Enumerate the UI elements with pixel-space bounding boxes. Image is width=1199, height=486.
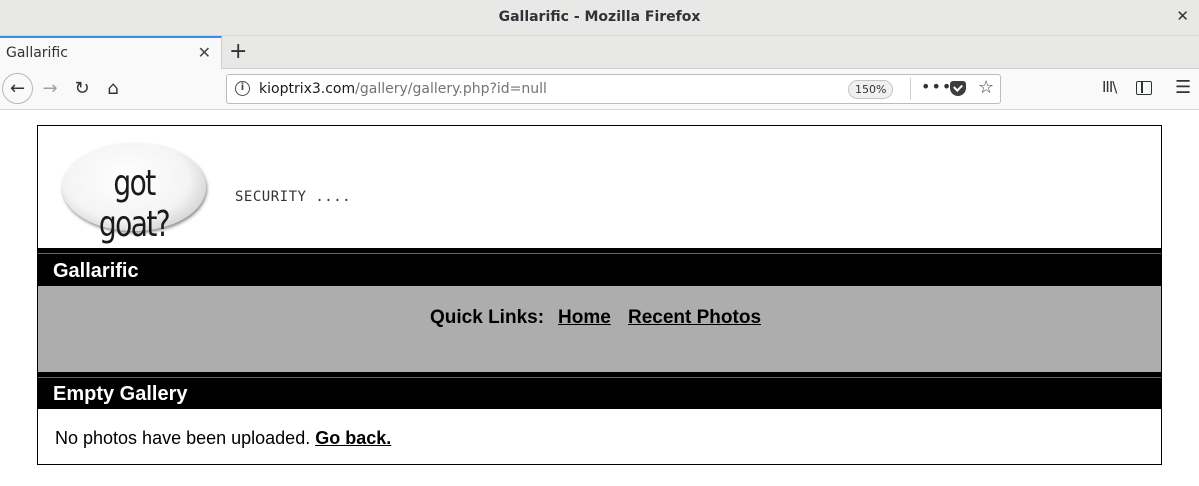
quick-links: Quick Links: Home Recent Photos: [38, 286, 1161, 372]
tab-gallarific[interactable]: Gallarific ✕: [0, 36, 222, 69]
more-icon[interactable]: •••: [921, 77, 952, 96]
pocket-icon[interactable]: [950, 81, 966, 96]
go-back-link[interactable]: Go back.: [315, 428, 391, 448]
site-slogan: SECURITY ....: [235, 189, 352, 205]
site-header: got goat? SECURITY ....: [38, 126, 1161, 248]
gallery-frame: got goat? SECURITY .... Gallarific Quick…: [37, 125, 1162, 465]
section-title: Empty Gallery: [53, 383, 188, 405]
forward-icon[interactable]: →: [38, 77, 62, 101]
section-title-bar: Empty Gallery: [38, 372, 1161, 409]
window-title: Gallarific - Mozilla Firefox: [498, 9, 701, 25]
url-bar[interactable]: i kioptrix3.com/gallery/gallery.php?id=n…: [226, 74, 1001, 104]
logo-text: got goat?: [98, 163, 171, 245]
library-icon[interactable]: III\: [1102, 78, 1117, 96]
tab-strip: Gallarific ✕ +: [0, 36, 1199, 69]
url-host: kioptrix3.com: [259, 81, 356, 97]
window-close-icon[interactable]: ✕: [1176, 7, 1189, 25]
gallery-content: No photos have been uploaded. Go back.: [38, 409, 1161, 464]
new-tab-icon[interactable]: +: [229, 39, 247, 64]
star-icon[interactable]: ☆: [978, 77, 994, 98]
home-icon[interactable]: ⌂: [101, 77, 125, 101]
back-icon[interactable]: ←: [2, 73, 33, 104]
site-title-bar: Gallarific: [38, 248, 1161, 286]
tab-label: Gallarific: [6, 45, 68, 61]
zoom-badge[interactable]: 150%: [848, 80, 894, 99]
url-path: /gallery/gallery.php?id=null: [355, 81, 547, 97]
info-icon[interactable]: i: [235, 81, 250, 96]
reload-icon[interactable]: ↻: [70, 77, 94, 101]
url-text[interactable]: kioptrix3.com/gallery/gallery.php?id=nul…: [259, 81, 547, 97]
page-viewport: got goat? SECURITY .... Gallarific Quick…: [0, 110, 1199, 486]
url-separator: [910, 78, 911, 100]
empty-message: No photos have been uploaded. Go back.: [55, 428, 391, 449]
empty-message-text: No photos have been uploaded.: [55, 428, 316, 448]
nav-toolbar: ← → ↻ ⌂ i kioptrix3.com/gallery/gallery.…: [0, 69, 1199, 110]
site-title: Gallarific: [53, 260, 139, 282]
tab-close-icon[interactable]: ✕: [198, 43, 211, 62]
menu-icon[interactable]: ☰: [1175, 77, 1191, 98]
recent-photos-link[interactable]: Recent Photos: [628, 307, 761, 329]
home-link[interactable]: Home: [558, 307, 611, 329]
sidebar-icon[interactable]: [1136, 81, 1152, 95]
site-logo[interactable]: got goat?: [62, 143, 206, 245]
window-titlebar: Gallarific - Mozilla Firefox ✕: [0, 0, 1199, 36]
quick-links-label: Quick Links:: [430, 307, 545, 328]
